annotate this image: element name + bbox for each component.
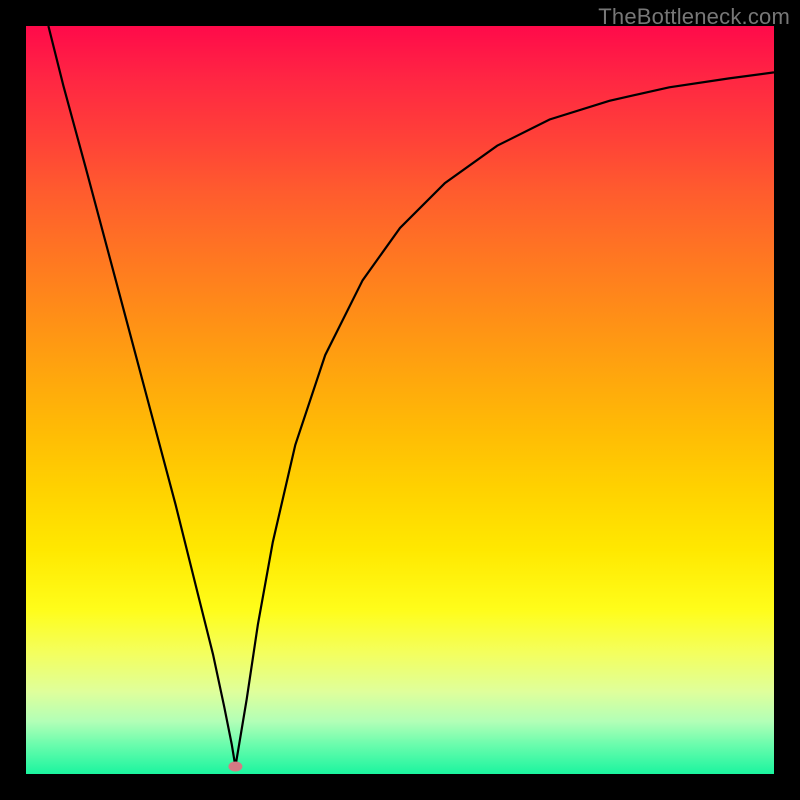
watermark-label: TheBottleneck.com — [598, 4, 790, 30]
plot-area — [26, 26, 774, 774]
chart-frame: TheBottleneck.com — [0, 0, 800, 800]
optimum-marker — [228, 762, 242, 772]
bottleneck-curve — [26, 26, 774, 774]
